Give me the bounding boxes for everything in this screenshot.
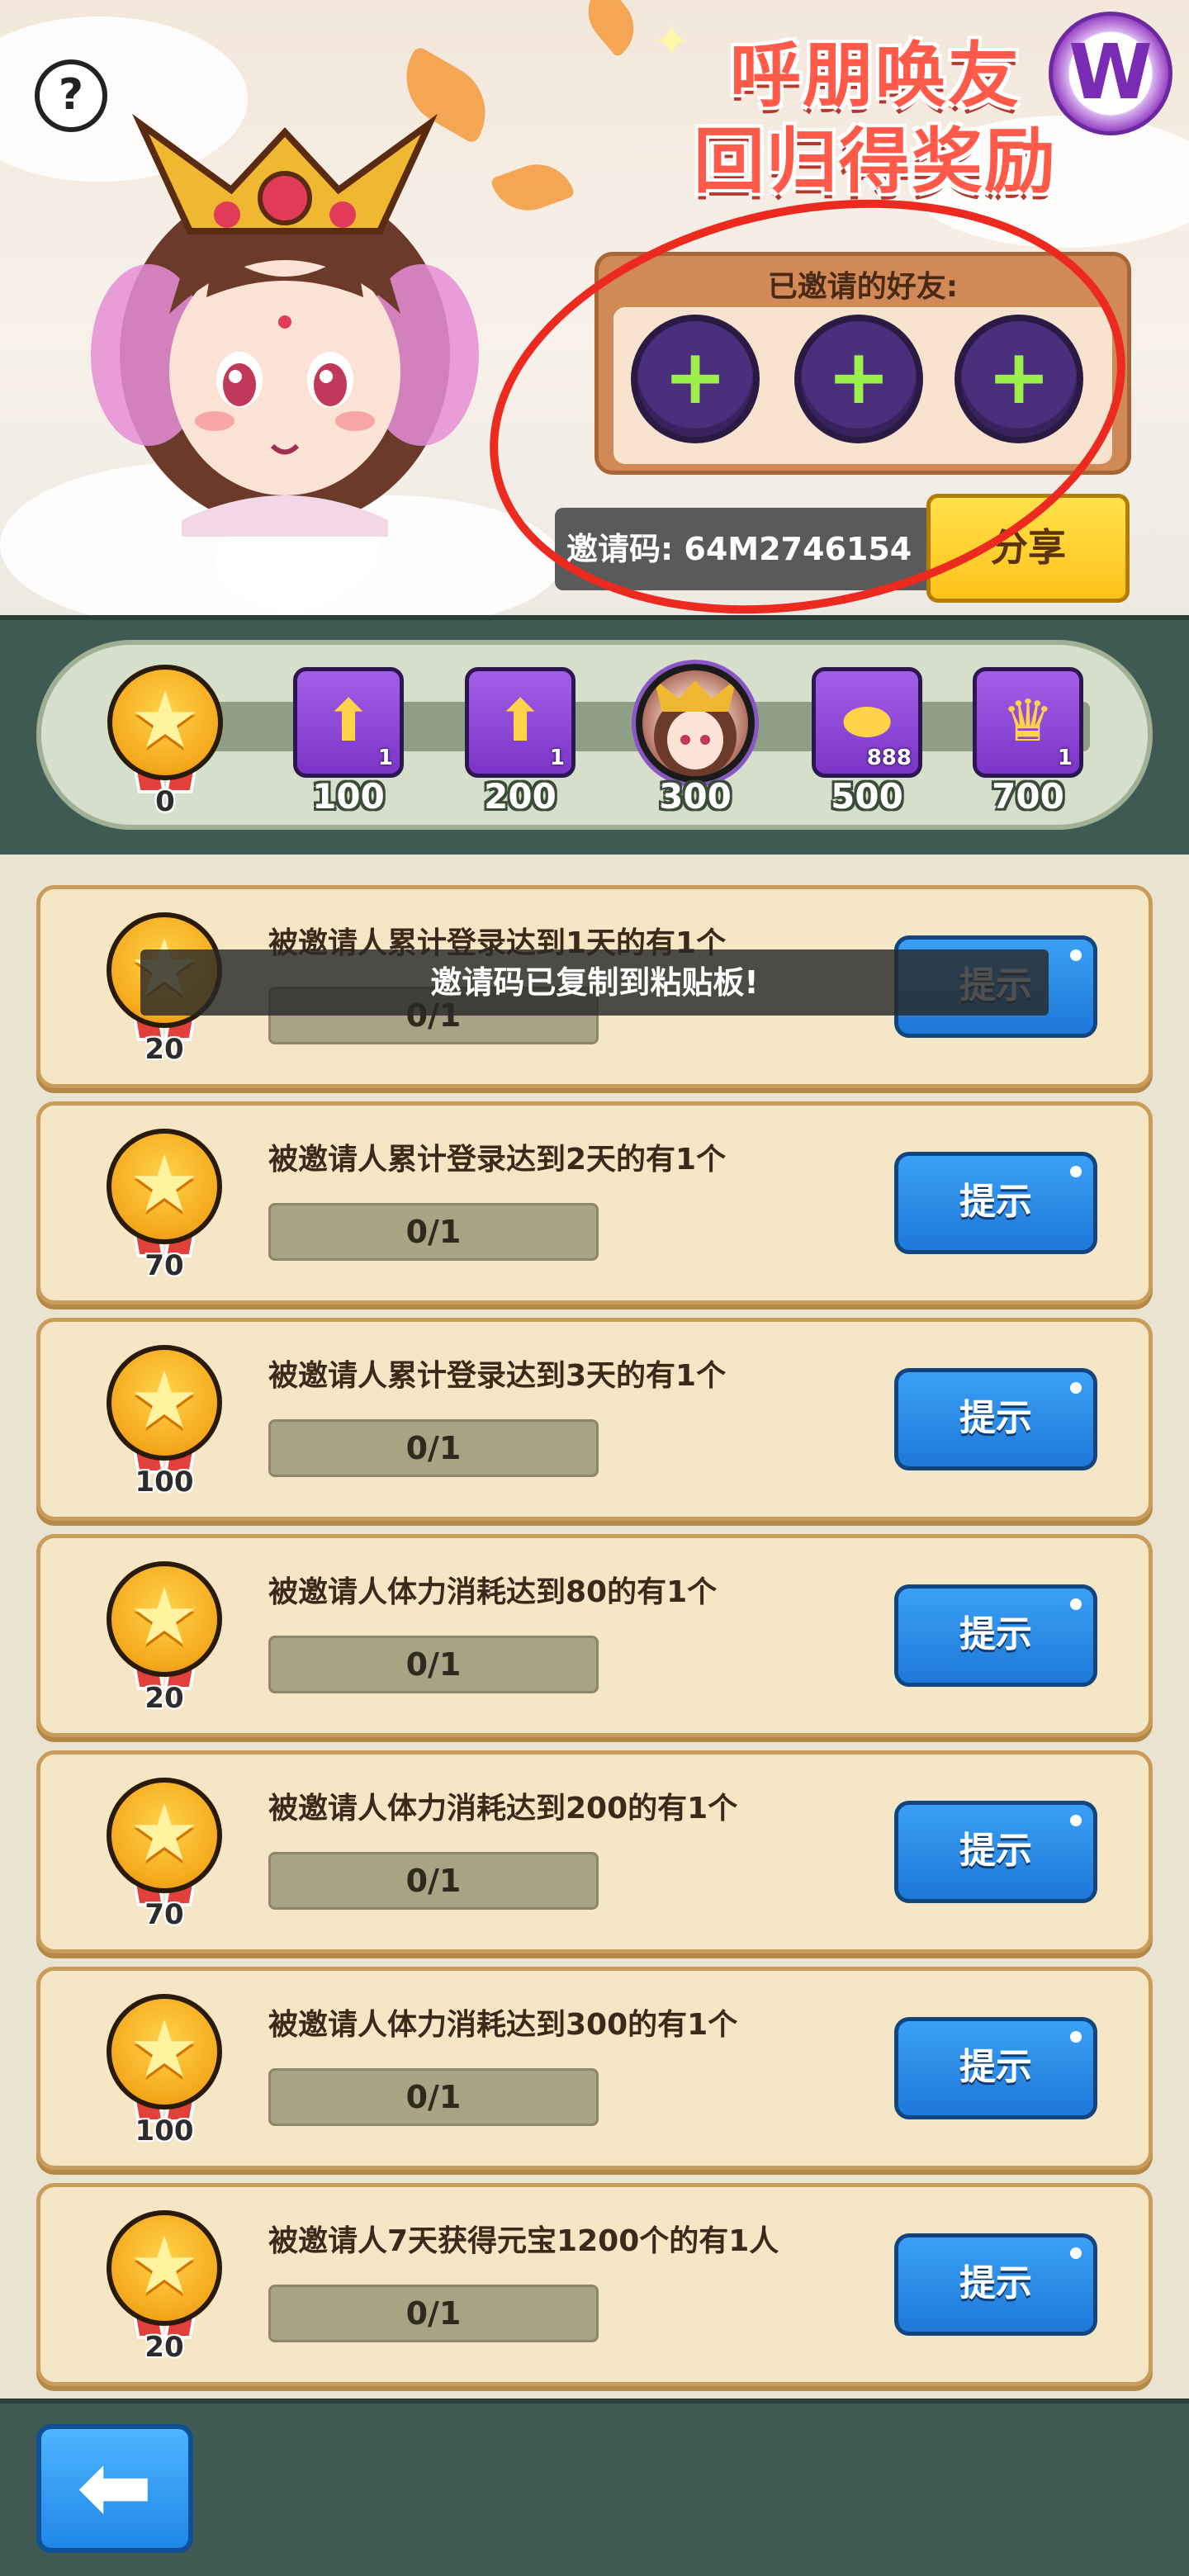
task-progress: 0/1 — [268, 2285, 599, 2342]
reward-points: 70 — [144, 1898, 184, 1931]
task-progress: 0/1 — [268, 1419, 599, 1477]
task-description: 被邀请人体力消耗达到200的有1个 — [268, 1792, 738, 1825]
plus-icon: + — [827, 333, 891, 421]
add-friend-slot-3[interactable]: + — [955, 315, 1083, 443]
w-logo-icon: W — [1049, 12, 1172, 135]
milestone-reward-300[interactable] — [636, 664, 755, 783]
plus-icon: + — [663, 333, 727, 421]
hint-button[interactable]: 提示 — [894, 1584, 1097, 1687]
milestone-points: 700 — [992, 776, 1064, 817]
hint-button[interactable]: 提示 — [894, 1801, 1097, 1903]
task-description: 被邀请人7天获得元宝1200个的有1人 — [268, 2224, 779, 2258]
reward-medal: ★ 70 — [107, 1129, 222, 1282]
reward-qty: 1 — [549, 746, 565, 770]
reward-points: 70 — [144, 1249, 184, 1282]
hero-avatar-icon — [654, 679, 737, 776]
task-card: ★ 100 被邀请人累计登录达到3天的有1个 0/1 提示 — [36, 1318, 1153, 1521]
task-card: ★ 20 被邀请人体力消耗达到80的有1个 0/1 提示 — [36, 1534, 1153, 1737]
hint-button[interactable]: 提示 — [894, 2017, 1097, 2119]
reward-points: 20 — [144, 1682, 184, 1715]
milestone-reward-200[interactable]: ⬆ 1 — [465, 667, 576, 778]
milestone-points: 500 — [831, 776, 903, 817]
milestone-reward-500[interactable]: ⬬ 888 — [812, 667, 922, 778]
task-description: 被邀请人累计登录达到2天的有1个 — [268, 1143, 727, 1177]
hint-button[interactable]: 提示 — [894, 2233, 1097, 2336]
reward-medal: ★ 100 — [107, 1994, 222, 2147]
task-card: ★ 70 被邀请人体力消耗达到200的有1个 0/1 提示 — [36, 1750, 1153, 1953]
star-icon: ★ — [128, 1354, 201, 1447]
invited-friends-label: 已邀请的好友: — [767, 270, 959, 304]
invite-code-display: 邀请码: 64M2746154 — [555, 508, 943, 590]
task-progress: 0/1 — [268, 1852, 599, 1910]
star-icon: ★ — [128, 1138, 201, 1230]
hint-button[interactable]: 提示 — [894, 1152, 1097, 1254]
star-icon: ★ — [128, 2219, 201, 2312]
leaf-decoration — [490, 154, 576, 221]
task-description: 被邀请人累计登录达到3天的有1个 — [268, 1359, 727, 1393]
hint-button[interactable]: 提示 — [894, 1368, 1097, 1470]
current-points-medal: ★ 0 — [107, 665, 223, 818]
task-description: 被邀请人体力消耗达到300的有1个 — [268, 2008, 738, 2042]
milestone-points: 100 — [312, 776, 385, 817]
task-card: ★ 20 被邀请人7天获得元宝1200个的有1人 0/1 提示 — [36, 2183, 1153, 2386]
task-card: ★ 100 被邀请人体力消耗达到300的有1个 0/1 提示 — [36, 1967, 1153, 2170]
reward-points: 20 — [144, 2331, 184, 2364]
reward-qty: 1 — [377, 746, 393, 770]
reward-points: 20 — [144, 1033, 184, 1066]
reward-medal: ★ 20 — [107, 1561, 222, 1715]
character-portrait — [91, 113, 479, 537]
milestone-reward-700[interactable]: ♛ 1 — [973, 667, 1083, 778]
reward-points: 100 — [135, 2114, 194, 2147]
task-description: 被邀请人体力消耗达到80的有1个 — [268, 1575, 718, 1609]
back-arrow-icon: ⬅ — [76, 2434, 154, 2540]
reward-points: 100 — [135, 1466, 194, 1499]
reward-medal: ★ 100 — [107, 1345, 222, 1499]
star-icon: ★ — [128, 2003, 201, 2095]
copied-toast: 邀请码已复制到粘贴板! — [140, 949, 1049, 1016]
back-button[interactable]: ⬅ — [36, 2424, 193, 2553]
star-icon: ★ — [129, 674, 201, 766]
task-progress: 0/1 — [268, 1636, 599, 1693]
share-button[interactable]: 分享 — [926, 494, 1130, 603]
reward-medal: ★ 20 — [107, 2210, 222, 2364]
task-card: ★ 70 被邀请人累计登录达到2天的有1个 0/1 提示 — [36, 1101, 1153, 1305]
milestone-reward-100[interactable]: ⬆ 1 — [293, 667, 404, 778]
reward-medal: ★ 70 — [107, 1778, 222, 1931]
task-progress: 0/1 — [268, 2068, 599, 2126]
question-mark-icon: ? — [58, 70, 84, 120]
reward-qty: 888 — [866, 746, 912, 770]
milestone-points: 200 — [484, 776, 557, 817]
milestone-points: 300 — [659, 776, 732, 817]
current-points: 0 — [155, 785, 175, 818]
star-icon: ★ — [128, 1570, 201, 1663]
title-line-2: 回归得奖励 — [694, 121, 1057, 203]
star-icon: ★ — [128, 1787, 201, 1879]
add-friend-slot-1[interactable]: + — [631, 315, 760, 443]
task-progress: 0/1 — [268, 1203, 599, 1261]
plus-icon: + — [987, 333, 1051, 421]
reward-qty: 1 — [1057, 746, 1073, 770]
add-friend-slot-2[interactable]: + — [794, 315, 923, 443]
